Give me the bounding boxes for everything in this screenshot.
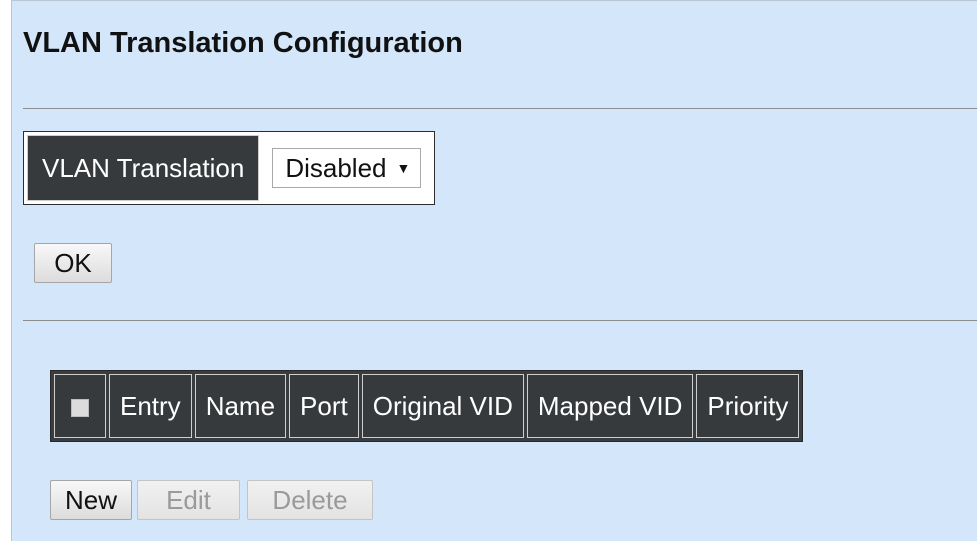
table-header-row: Entry Name Port Original VID Mapped VID … bbox=[54, 374, 800, 438]
ok-button[interactable]: OK bbox=[34, 243, 112, 283]
new-button[interactable]: New bbox=[50, 480, 132, 520]
column-header-entry: Entry bbox=[109, 374, 192, 438]
vlan-translation-select[interactable]: Disabled ▼ bbox=[272, 148, 422, 188]
delete-button[interactable]: Delete bbox=[247, 480, 373, 520]
checkbox-icon[interactable] bbox=[71, 398, 89, 417]
divider bbox=[23, 108, 977, 109]
vlan-translation-table: Entry Name Port Original VID Mapped VID … bbox=[50, 370, 804, 442]
select-all-header bbox=[54, 374, 106, 438]
divider bbox=[23, 320, 977, 321]
column-header-priority: Priority bbox=[696, 374, 800, 438]
column-header-original-vid: Original VID bbox=[361, 374, 524, 438]
column-header-port: Port bbox=[289, 374, 359, 438]
caret-down-icon: ▼ bbox=[396, 160, 411, 176]
vlan-translation-label: VLAN Translation bbox=[27, 135, 260, 201]
column-header-mapped-vid: Mapped VID bbox=[526, 374, 694, 438]
vlan-translation-cell: Disabled ▼ bbox=[262, 135, 432, 201]
column-header-name: Name bbox=[194, 374, 287, 438]
edit-button[interactable]: Edit bbox=[137, 480, 240, 520]
page-title: VLAN Translation Configuration bbox=[23, 27, 463, 59]
config-panel: VLAN Translation Configuration VLAN Tran… bbox=[11, 0, 977, 541]
vlan-translation-settings: VLAN Translation Disabled ▼ bbox=[23, 131, 436, 205]
vlan-translation-select-value: Disabled bbox=[285, 152, 387, 183]
